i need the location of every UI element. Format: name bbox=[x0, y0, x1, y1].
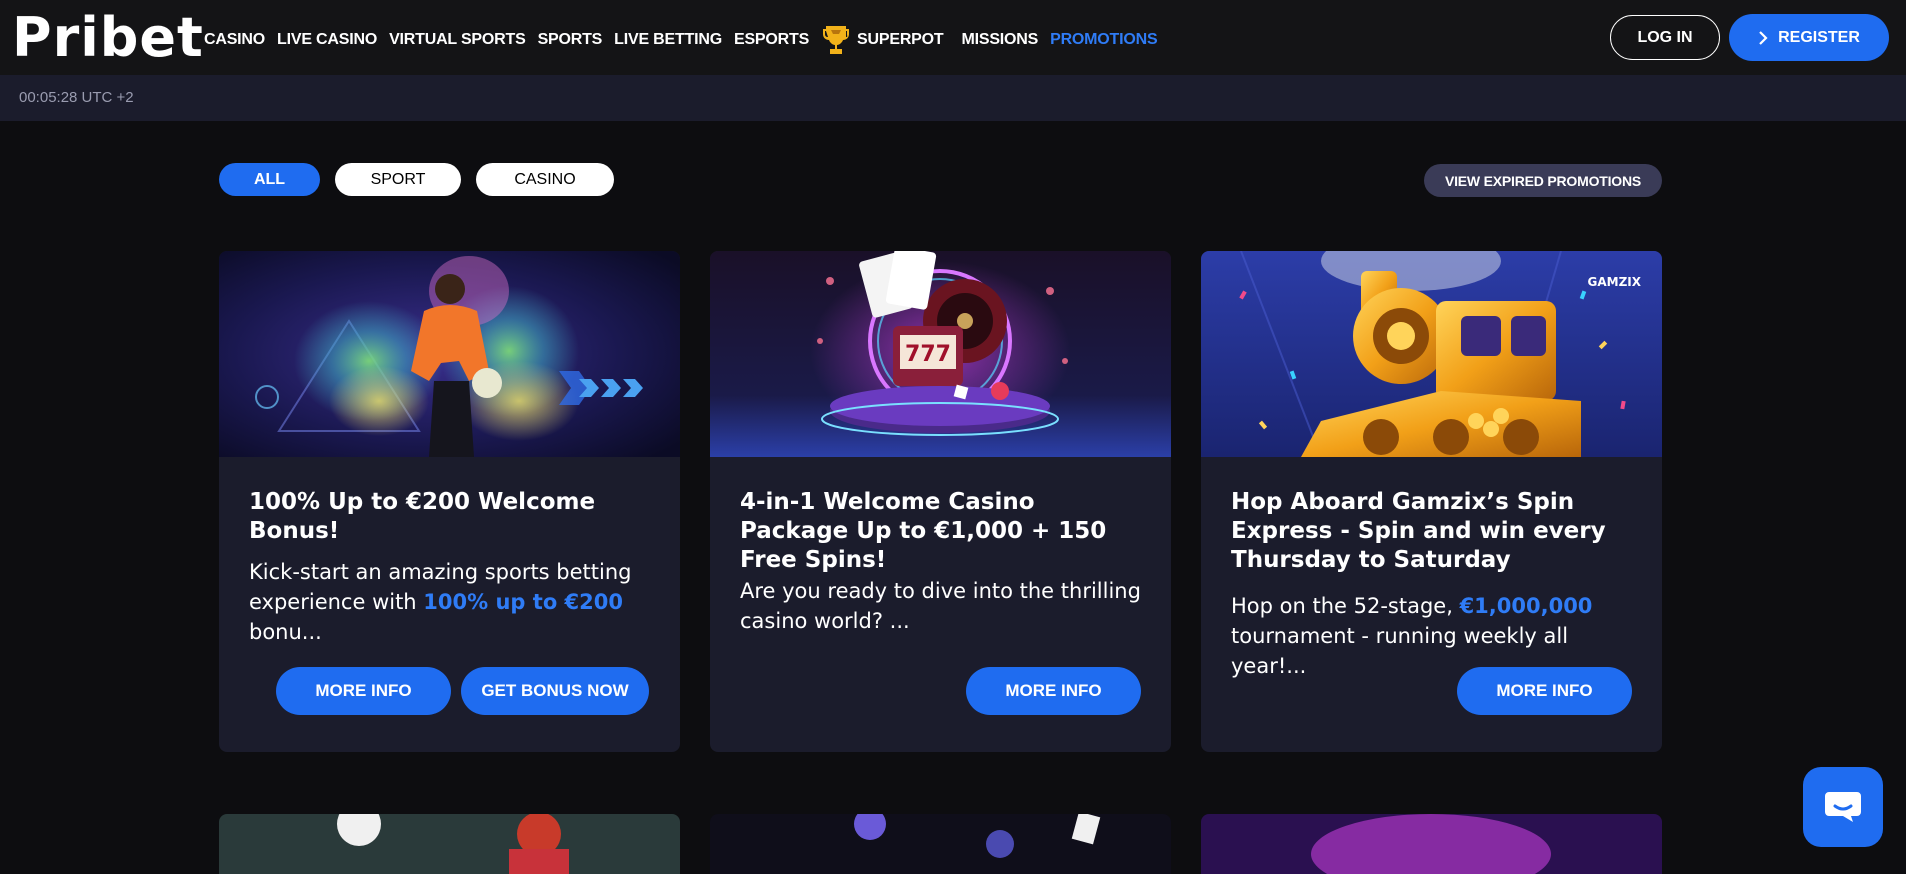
promo-title: Hop Aboard Gamzix’s Spin Express - Spin … bbox=[1231, 489, 1606, 573]
nav-sports[interactable]: SPORTS bbox=[538, 31, 603, 49]
get-bonus-now-button[interactable]: GET BONUS NOW bbox=[461, 667, 649, 715]
filter-sport[interactable]: SPORT bbox=[335, 163, 461, 196]
promo-card-row2-3 bbox=[1201, 814, 1662, 874]
time-bar: 00:05:28 UTC +2 bbox=[0, 75, 1906, 121]
promo-card-gamzix-spin-express: GAMZIX Hop Aboard Gamzix’s Spin Express … bbox=[1201, 251, 1662, 752]
promo-card-sports-welcome: 100% Up to €200 Welcome Bonus! Kick-star… bbox=[219, 251, 680, 752]
trophy-icon bbox=[823, 26, 850, 54]
main-nav: CASINO LIVE CASINO VIRTUAL SPORTS SPORTS… bbox=[204, 25, 1169, 55]
promo-description: Are you ready to dive into the thrilling… bbox=[740, 579, 1141, 633]
chevron-right-icon bbox=[1759, 30, 1768, 45]
site-logo[interactable]: Pribet bbox=[12, 4, 204, 72]
filter-casino[interactable]: CASINO bbox=[476, 163, 614, 196]
promo-image-footballer bbox=[219, 251, 680, 457]
live-chat-button[interactable] bbox=[1803, 767, 1883, 847]
more-info-button[interactable]: MORE INFO bbox=[966, 667, 1141, 715]
nav-superpot[interactable]: SUPERPOT bbox=[821, 25, 944, 55]
view-expired-promotions-button[interactable]: VIEW EXPIRED PROMOTIONS bbox=[1424, 164, 1662, 197]
nav-casino[interactable]: CASINO bbox=[204, 31, 265, 49]
more-info-button[interactable]: MORE INFO bbox=[276, 667, 451, 715]
clock-display: 00:05:28 UTC +2 bbox=[19, 89, 134, 106]
promo-image-train: GAMZIX bbox=[1201, 251, 1662, 457]
more-info-button[interactable]: MORE INFO bbox=[1457, 667, 1632, 715]
nav-virtual-sports[interactable]: VIRTUAL SPORTS bbox=[389, 31, 526, 49]
nav-live-casino[interactable]: LIVE CASINO bbox=[277, 31, 377, 49]
nav-esports[interactable]: ESPORTS bbox=[734, 31, 809, 49]
top-header: Pribet CASINO LIVE CASINO VIRTUAL SPORTS… bbox=[0, 0, 1906, 75]
nav-missions[interactable]: MISSIONS bbox=[961, 31, 1038, 49]
promo-title: 100% Up to €200 Welcome Bonus! bbox=[249, 489, 596, 544]
nav-live-betting[interactable]: LIVE BETTING bbox=[614, 31, 722, 49]
promo-card-row2-1 bbox=[219, 814, 680, 874]
slot-777-text: 777 bbox=[905, 342, 951, 367]
promo-card-row2-2 bbox=[710, 814, 1171, 874]
promo-description: Kick-start an amazing sports betting exp… bbox=[249, 560, 632, 644]
promo-image-casino: 777 bbox=[710, 251, 1171, 457]
register-button[interactable]: REGISTER bbox=[1729, 14, 1889, 61]
gamzix-brand: GAMZIX bbox=[1588, 275, 1642, 289]
nav-promotions[interactable]: PROMOTIONS bbox=[1050, 31, 1158, 49]
register-label: REGISTER bbox=[1778, 28, 1860, 46]
promo-card-casino-package: 777 4-in-1 Welcome Casino Package Up to … bbox=[710, 251, 1171, 752]
filter-all[interactable]: ALL bbox=[219, 163, 320, 196]
nav-superpot-label: SUPERPOT bbox=[857, 31, 944, 48]
chat-icon bbox=[1825, 792, 1861, 822]
promo-title: 4-in-1 Welcome Casino Package Up to €1,0… bbox=[740, 489, 1107, 573]
login-button[interactable]: LOG IN bbox=[1610, 15, 1720, 60]
